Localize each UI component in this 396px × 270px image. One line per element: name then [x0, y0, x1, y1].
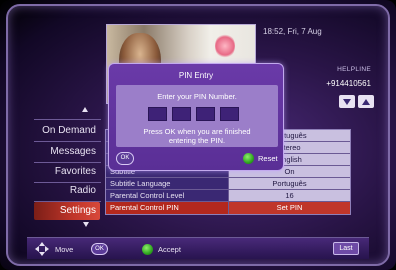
- page-nav-arrows: [339, 95, 374, 108]
- dialog-footer: OK Reset: [109, 152, 283, 168]
- chevron-down-icon: [343, 98, 351, 105]
- dialog-body: Enter your PIN Number. Press OK when you…: [116, 85, 278, 147]
- pin-input[interactable]: [148, 107, 239, 121]
- last-button[interactable]: Last: [333, 242, 359, 255]
- page-up-button[interactable]: [358, 95, 374, 108]
- helpline-number: +914410561: [326, 79, 371, 88]
- green-button-icon[interactable]: [243, 153, 254, 164]
- dpad-icon: [35, 242, 49, 256]
- table-row[interactable]: Subtitle Language Português: [106, 178, 350, 190]
- pin-digit-box[interactable]: [220, 107, 239, 121]
- pin-digit-box[interactable]: [196, 107, 215, 121]
- setting-label: Parental Control Level: [106, 190, 230, 201]
- menu-item-settings[interactable]: Settings: [34, 202, 100, 220]
- setting-value: Set PIN: [229, 202, 350, 214]
- menu-scroll-up-icon[interactable]: [82, 107, 88, 112]
- accept-green-icon[interactable]: [142, 244, 153, 255]
- datetime-display: 18:52, Fri, 7 Aug: [263, 27, 322, 36]
- accept-label: Accept: [158, 245, 181, 254]
- setting-value: 16: [229, 190, 350, 201]
- table-row[interactable]: Parental Control Level 16: [106, 190, 350, 202]
- setting-value: Português: [229, 178, 350, 189]
- chevron-up-icon: [362, 98, 370, 105]
- pin-instruction-line1: Press OK when you are finished: [143, 127, 251, 136]
- bottom-help-bar: Move OK Accept Last: [27, 237, 369, 259]
- bottom-ok-button[interactable]: OK: [91, 243, 108, 255]
- ok-button[interactable]: OK: [116, 152, 134, 165]
- dialog-title: PIN Entry: [178, 71, 214, 80]
- pin-instruction-line2: entering the PIN.: [168, 136, 226, 145]
- menu-item-favorites[interactable]: Favorites: [34, 163, 100, 181]
- helpline-label: HELPLINE: [337, 66, 371, 73]
- setting-label: Parental Control PIN: [106, 202, 230, 214]
- menu-item-messages[interactable]: Messages: [34, 143, 100, 161]
- pin-prompt: Enter your PIN Number.: [157, 92, 237, 101]
- table-row-selected[interactable]: Parental Control PIN Set PIN: [106, 202, 350, 214]
- pin-digit-box[interactable]: [172, 107, 191, 121]
- move-label: Move: [55, 245, 74, 254]
- tv-screen: 18:52, Fri, 7 Aug HELPLINE +914410561 On…: [0, 0, 396, 270]
- reset-label: Reset: [258, 154, 278, 163]
- menu-item-on-demand[interactable]: On Demand: [34, 122, 100, 140]
- menu-item-radio[interactable]: Radio: [34, 182, 100, 200]
- menu-scroll-down-icon[interactable]: [83, 222, 89, 227]
- pin-entry-dialog: PIN Entry Enter your PIN Number. Press O…: [108, 63, 284, 171]
- pin-digit-box[interactable]: [148, 107, 167, 121]
- setting-label: Subtitle Language: [106, 178, 230, 189]
- page-down-button[interactable]: [339, 95, 355, 108]
